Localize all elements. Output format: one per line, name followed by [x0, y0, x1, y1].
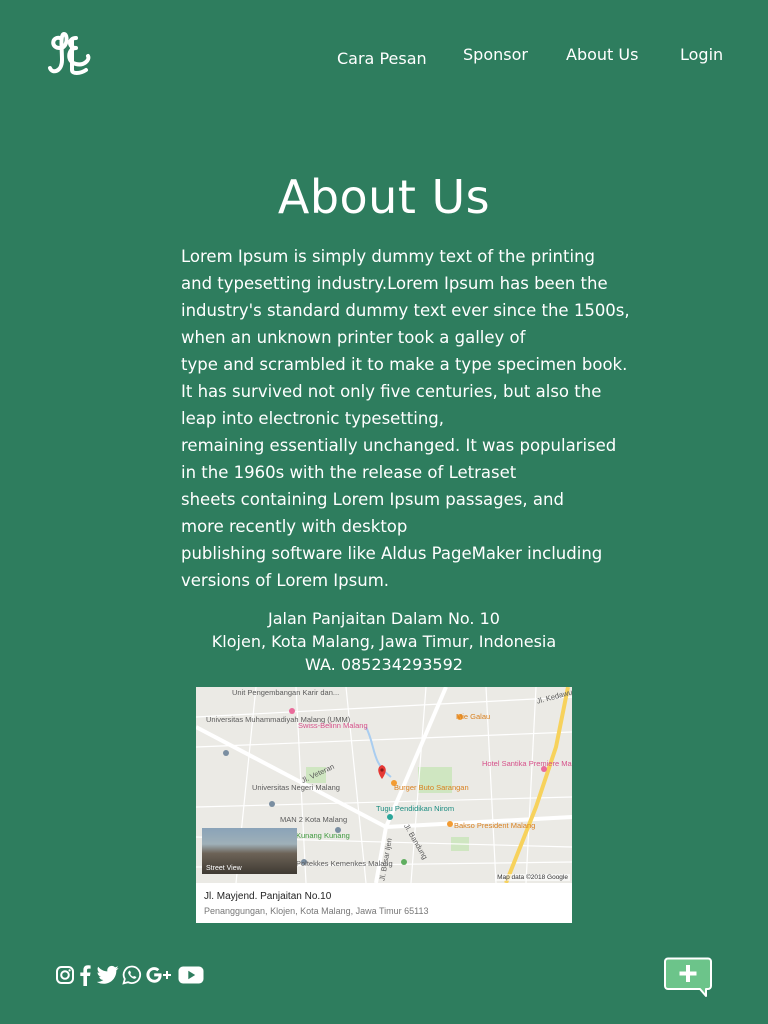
map-label: Mie Galau — [456, 712, 491, 721]
paragraph-line: versions of Lorem Ipsum. — [181, 571, 390, 590]
street-view-thumbnail[interactable]: Street View — [202, 828, 297, 874]
whatsapp-icon[interactable] — [122, 964, 142, 986]
map-label: Swiss-Belinn Malang — [298, 721, 368, 730]
map-label: Kunang Kunang — [296, 831, 350, 840]
map-place-address: Penanggungan, Klojen, Kota Malang, Jawa … — [204, 906, 429, 916]
map-attribution: Map data ©2018 Google — [495, 874, 570, 881]
nav-about-us[interactable]: About Us — [566, 45, 638, 64]
address-block: Jalan Panjaitan Dalam No. 10 Klojen, Kot… — [0, 607, 768, 676]
logo-icon[interactable] — [46, 30, 96, 78]
nav-login[interactable]: Login — [680, 45, 723, 64]
map-label: Hotel Santika Premiere Malang — [482, 759, 572, 768]
instagram-icon[interactable] — [55, 964, 75, 986]
map-label: Bakso President Malang — [454, 821, 536, 830]
paragraph-line: It has survived not only five centuries,… — [181, 382, 602, 401]
paragraph-line: in the 1960s with the release of Letrase… — [181, 463, 517, 482]
google-plus-icon[interactable] — [145, 964, 173, 986]
phone-number: WA. 085234293592 — [305, 655, 463, 674]
address-line-2: Klojen, Kota Malang, Jawa Timur, Indones… — [211, 632, 557, 651]
address-line-1: Jalan Panjaitan Dalam No. 10 — [268, 609, 500, 628]
map-label: Unit Pengembangan Karir dan... — [232, 688, 340, 697]
paragraph-line: and typesetting industry.Lorem Ipsum has… — [181, 274, 608, 293]
page-title: About Us — [277, 170, 491, 224]
location-map[interactable]: Unit Pengembangan Karir dan... Universit… — [196, 687, 572, 923]
paragraph-line: remaining essentially unchanged. It was … — [181, 436, 617, 455]
map-label: Tugu Pendidikan Nirom — [376, 804, 455, 813]
nav-cara-pesan[interactable]: Cara Pesan — [337, 49, 427, 68]
facebook-icon[interactable] — [79, 964, 91, 986]
paragraph-line: when an unknown printer took a galley of — [181, 328, 526, 347]
map-label: MAN 2 Kota Malang — [280, 815, 348, 824]
youtube-icon[interactable] — [178, 964, 204, 986]
map-label: Universitas Negeri Malang — [252, 783, 340, 792]
street-view-label: Street View — [206, 865, 242, 872]
map-label: Poltekkes Kemenkes Malang — [296, 859, 393, 868]
twitter-icon[interactable] — [97, 965, 119, 985]
map-label: Burger Buto Sarangan — [394, 783, 469, 792]
paragraph-line: more recently with desktop — [181, 517, 408, 536]
map-place-card[interactable]: Jl. Mayjend. Panjaitan No.10 Penanggunga… — [196, 883, 572, 923]
paragraph-line: sheets containing Lorem Ipsum passages, … — [181, 490, 564, 509]
paragraph-line: leap into electronic typesetting, — [181, 409, 445, 428]
chat-button[interactable] — [664, 957, 712, 997]
nav-sponsor[interactable]: Sponsor — [463, 45, 528, 64]
paragraph-line: Lorem Ipsum is simply dummy text of the … — [181, 247, 595, 266]
map-place-name: Jl. Mayjend. Panjaitan No.10 — [204, 891, 332, 902]
paragraph-line: industry's standard dummy text ever sinc… — [181, 301, 630, 320]
paragraph-line: type and scrambled it to make a type spe… — [181, 355, 628, 374]
paragraph-line: publishing software like Aldus PageMaker… — [181, 544, 603, 563]
about-paragraph: Lorem Ipsum is simply dummy text of the … — [181, 243, 661, 594]
